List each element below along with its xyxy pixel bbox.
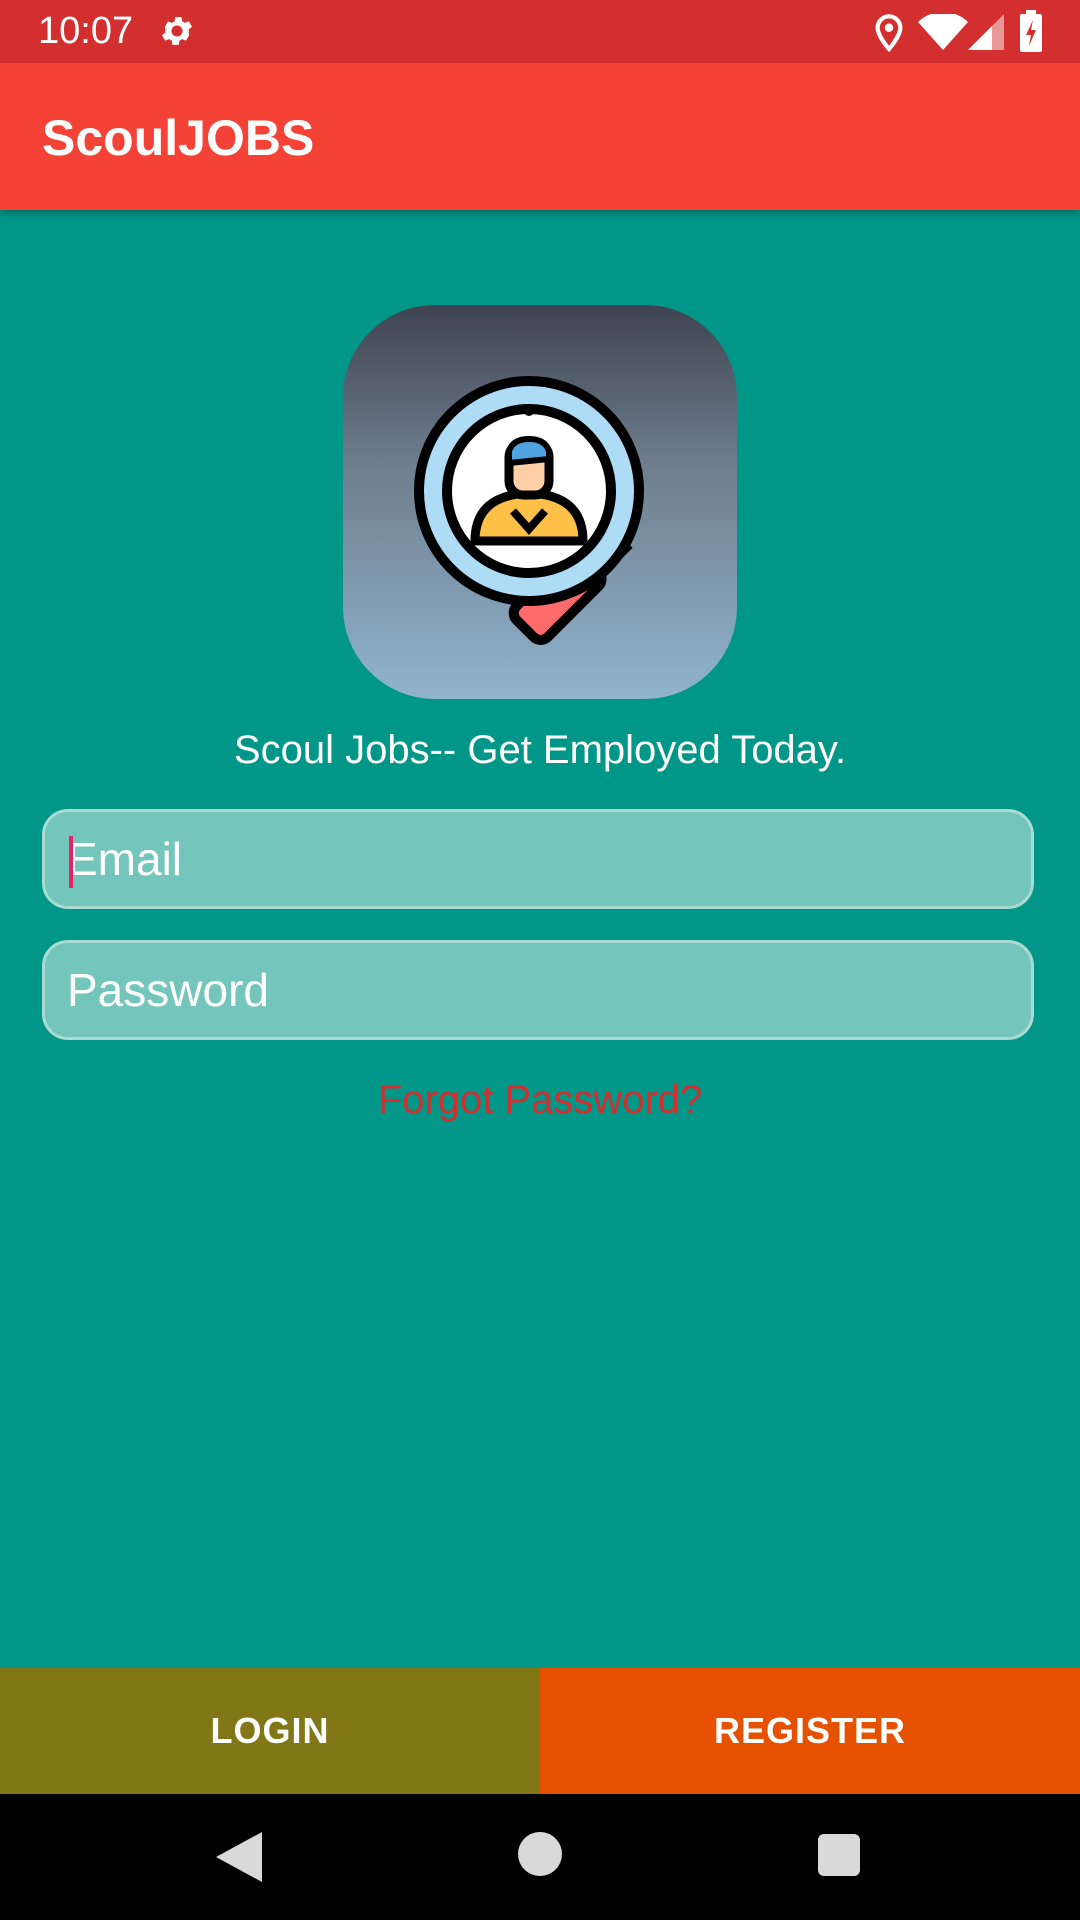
tagline: Scoul Jobs-- Get Employed Today. — [233, 728, 847, 772]
battery-charging-icon — [1020, 10, 1042, 52]
email-field[interactable] — [67, 812, 1007, 906]
app-bar: ScoulJOBS — [0, 63, 1080, 210]
recents-icon[interactable] — [818, 1834, 860, 1876]
back-icon[interactable] — [214, 1830, 264, 1884]
app-title: ScoulJOBS — [42, 110, 315, 166]
home-icon[interactable] — [518, 1832, 562, 1876]
job-search-magnifier-icon — [414, 376, 644, 645]
navigation-bar — [0, 1794, 1080, 1920]
password-field[interactable] — [67, 943, 1007, 1037]
forgot-password-link[interactable]: Forgot Password? — [0, 1076, 1080, 1124]
location-icon — [875, 14, 903, 52]
app-logo — [343, 305, 737, 699]
register-button[interactable]: REGISTER — [540, 1668, 1080, 1794]
status-time: 10:07 — [38, 10, 134, 52]
wifi-icon — [918, 14, 968, 50]
gear-icon — [161, 17, 193, 45]
password-field-container — [42, 940, 1034, 1040]
signal-icon — [968, 14, 1004, 50]
status-bar: 10:07 — [0, 0, 1080, 63]
text-cursor — [69, 836, 73, 888]
login-button[interactable]: LOGIN — [0, 1668, 540, 1794]
email-field-container — [42, 809, 1034, 909]
